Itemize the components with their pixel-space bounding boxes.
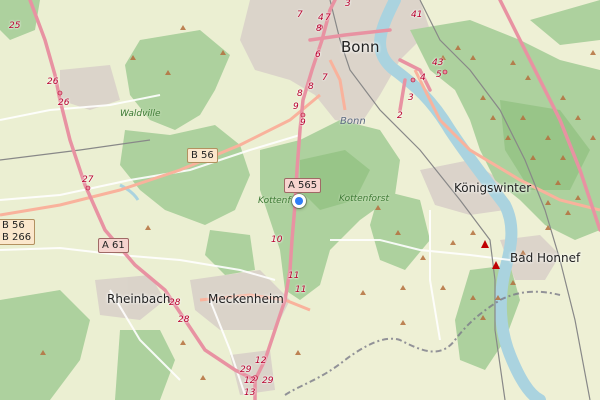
road-shield-a565: A 565	[284, 178, 322, 193]
road-shield-b266-line: B 266	[2, 232, 32, 243]
peak-icon	[492, 261, 500, 269]
road-shield-b56-line: B 56	[2, 220, 25, 231]
map-canvas[interactable]: Bonn Königswinter Bad Honnef Meckenheim …	[0, 0, 600, 400]
road-shield-a61: A 61	[98, 238, 129, 253]
location-dot-icon[interactable]	[292, 194, 306, 208]
road-shield-b56: B 56	[187, 148, 218, 163]
peak-icon	[481, 240, 489, 248]
road-shield-b56-b266: B 56 B 266	[0, 219, 36, 245]
